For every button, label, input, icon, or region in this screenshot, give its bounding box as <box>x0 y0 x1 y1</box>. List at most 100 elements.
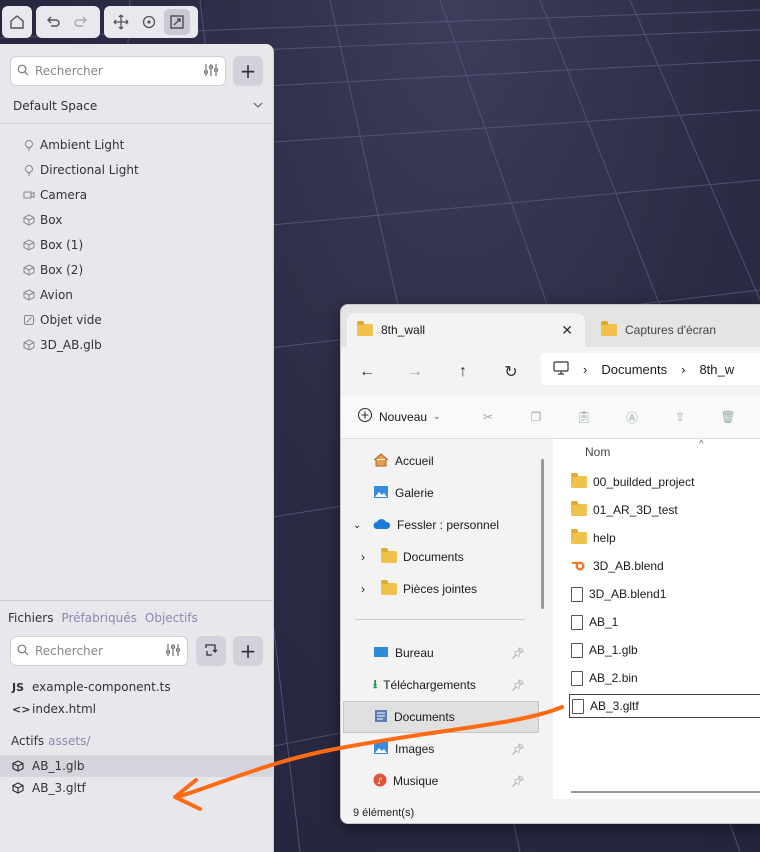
rename-icon[interactable]: Ⓐ <box>623 408 641 426</box>
tab-prefabriques[interactable]: Préfabriqués <box>61 611 136 625</box>
rotate-icon[interactable] <box>136 9 162 35</box>
paste-icon[interactable]: 📋︎ <box>575 408 593 426</box>
space-selector[interactable]: Default Space <box>13 99 263 113</box>
filter-icon[interactable] <box>165 643 181 660</box>
nav-item-onedrive[interactable]: ⌄ Fessler : personnel <box>353 509 499 541</box>
nav-label: Musique <box>393 774 439 788</box>
address-bar: ← → ↑ ↻ › Documents › 8th_w <box>341 347 760 395</box>
sync-files-button[interactable] <box>196 636 226 666</box>
scene-search-input[interactable]: Rechercher <box>10 56 226 86</box>
chevron-right-icon: › <box>681 361 686 377</box>
nav-item-pieces-jointes[interactable]: › Pièces jointes <box>361 573 477 605</box>
tree-item-box[interactable]: Box <box>22 207 139 232</box>
nav-item-documents-onedrive[interactable]: › Documents <box>361 541 464 573</box>
file-row[interactable]: help <box>571 526 616 550</box>
cube-icon <box>12 760 32 772</box>
tree-item-ambient-light[interactable]: Ambient Light <box>22 132 139 157</box>
copy-icon[interactable]: ❐ <box>527 408 545 426</box>
pin-icon[interactable]: 📌︎ <box>511 743 525 756</box>
back-arrow-icon[interactable]: ← <box>355 360 379 384</box>
nav-item-telechargements[interactable]: ⭳ Téléchargements 📌︎ <box>373 669 543 701</box>
file-icon <box>571 614 583 630</box>
files-tabs: Fichiers Préfabriqués Objectifs <box>8 611 198 625</box>
file-row[interactable]: AB_1.glb <box>571 638 638 662</box>
file-icon <box>571 642 583 658</box>
forward-arrow-icon[interactable]: → <box>403 360 427 384</box>
tab-captures[interactable]: Captures d'écran <box>591 313 760 347</box>
nav-scrollbar[interactable] <box>541 459 544 609</box>
filter-icon[interactable] <box>203 63 219 80</box>
assets-path[interactable]: assets/ <box>48 734 90 748</box>
horizontal-scrollbar[interactable] <box>571 791 760 793</box>
tab-objectifs[interactable]: Objectifs <box>145 611 198 625</box>
tree-item-label: Ambient Light <box>40 137 125 152</box>
nav-item-accueil[interactable]: Accueil <box>373 445 434 477</box>
files-search-input[interactable]: Rechercher <box>10 636 188 666</box>
nav-item-musique[interactable]: ♪ Musique 📌︎ <box>373 765 543 797</box>
nav-item-galerie[interactable]: Galerie <box>373 477 434 509</box>
chevron-right-icon: › <box>583 361 588 377</box>
tree-item-directional-light[interactable]: Directional Light <box>22 157 139 182</box>
file-row[interactable]: 3D_AB.blend <box>571 554 664 578</box>
assets-label: Actifs <box>11 734 45 748</box>
bulb-icon <box>22 163 36 177</box>
add-entity-button[interactable]: + <box>233 56 263 86</box>
refresh-icon[interactable]: ↻ <box>499 360 523 384</box>
add-file-button[interactable]: + <box>233 636 263 666</box>
tree-item-box-2[interactable]: Box (2) <box>22 257 139 282</box>
search-icon <box>17 64 29 79</box>
home-icon <box>373 452 389 470</box>
redo-icon[interactable] <box>68 9 94 35</box>
file-row[interactable]: 01_AR_3D_test <box>571 498 678 522</box>
file-name: 01_AR_3D_test <box>593 503 678 517</box>
file-item-index-html[interactable]: <> index.html <box>12 698 171 720</box>
tree-item-3d-ab-glb[interactable]: 3D_AB.glb <box>22 332 139 357</box>
scene-tree: Ambient Light Directional Light Camera B… <box>22 132 139 357</box>
file-item-example-component[interactable]: JS example-component.ts <box>12 676 171 698</box>
tree-item-empty-object[interactable]: Objet vide <box>22 307 139 332</box>
explorer-tab-bar: 8th_wall ✕ Captures d'écran <box>341 305 760 347</box>
tab-8th-wall[interactable]: 8th_wall ✕ <box>347 313 585 347</box>
cube-icon <box>22 338 36 352</box>
delete-icon[interactable]: 🗑︎ <box>719 408 737 426</box>
nav-item-documents[interactable]: Documents <box>343 701 539 733</box>
navigation-pane: Accueil Galerie ⌄ Fessler : personnel › … <box>341 439 547 801</box>
undo-icon[interactable] <box>40 9 66 35</box>
asset-item-ab-3-gltf[interactable]: AB_3.gltf <box>0 777 274 799</box>
pin-icon[interactable]: 📌︎ <box>511 647 525 660</box>
tree-item-camera[interactable]: Camera <box>22 182 139 207</box>
cut-icon[interactable]: ✂ <box>479 408 497 426</box>
nav-label: Pièces jointes <box>403 582 478 596</box>
tab-fichiers[interactable]: Fichiers <box>8 611 53 625</box>
close-icon[interactable]: ✕ <box>561 322 573 339</box>
file-row[interactable]: 00_builded_project <box>571 470 694 494</box>
file-name: AB_2.bin <box>589 671 638 685</box>
scale-icon[interactable] <box>164 9 190 35</box>
divider <box>0 123 273 124</box>
pin-icon[interactable]: 📌︎ <box>511 679 525 692</box>
column-header-name[interactable]: Nom <box>585 445 610 459</box>
asset-item-ab-1-glb[interactable]: AB_1.glb <box>0 755 274 777</box>
empty-object-icon <box>22 313 36 327</box>
file-row[interactable]: 3D_AB.blend1 <box>571 582 666 606</box>
share-icon[interactable]: ⇪ <box>671 408 689 426</box>
file-row[interactable]: AB_1 <box>571 610 618 634</box>
tree-item-avion[interactable]: Avion <box>22 282 139 307</box>
nav-item-images[interactable]: Images 📌︎ <box>373 733 543 765</box>
file-row[interactable]: AB_2.bin <box>571 666 638 690</box>
pin-icon[interactable]: 📌︎ <box>511 775 525 788</box>
file-row-selected[interactable]: AB_3.gltf <box>569 694 760 718</box>
tab-title: 8th_wall <box>381 323 426 337</box>
home-icon[interactable] <box>4 9 30 35</box>
tree-item-box-1[interactable]: Box (1) <box>22 232 139 257</box>
tree-item-label: Box <box>40 212 63 227</box>
path-breadcrumb[interactable]: › Documents › 8th_w <box>541 353 760 385</box>
up-arrow-icon[interactable]: ↑ <box>451 360 475 384</box>
move-icon[interactable] <box>108 9 134 35</box>
nav-item-bureau[interactable]: Bureau 📌︎ <box>373 637 543 669</box>
sort-up-icon: ^ <box>699 439 704 450</box>
new-button[interactable]: Nouveau ⌄ <box>357 407 441 426</box>
breadcrumb-item[interactable]: 8th_w <box>699 362 734 377</box>
chevron-down-icon: ⌄ <box>353 519 362 531</box>
breadcrumb-item[interactable]: Documents <box>601 362 667 377</box>
